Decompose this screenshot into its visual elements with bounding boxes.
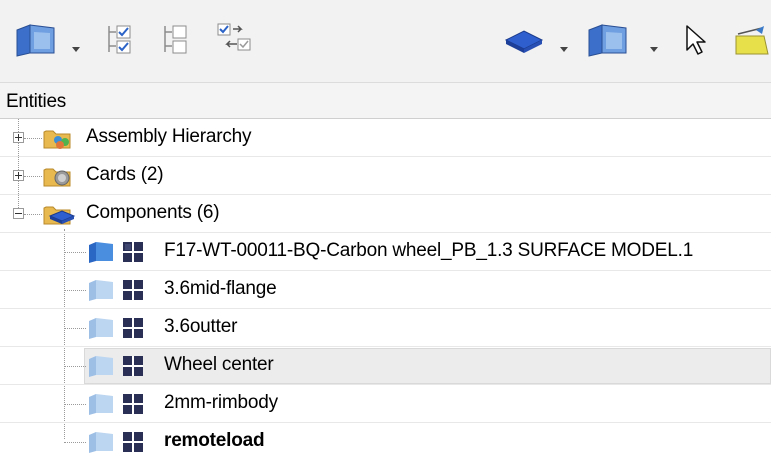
assembly-folder-icon [40,124,80,152]
cards-folder-icon [40,162,80,190]
tree-node-cards[interactable]: Cards (2) [0,157,771,195]
tree-node-components[interactable]: Components (6) [0,195,771,233]
tree-node-label: Cards (2) [86,164,164,185]
mesh-grid-icon [122,431,144,453]
component-item[interactable]: 2mm-rimbody [0,385,771,423]
expand-plus-icon[interactable] [13,132,24,143]
mesh-grid-icon [122,279,144,301]
checklist-empty-icon[interactable] [162,24,192,56]
entities-header: Entities [0,82,771,119]
mesh-grid-icon [122,393,144,415]
component-display-icon[interactable] [14,22,60,58]
component-label: remoteload [164,430,265,451]
component-label: F17-WT-00011-BQ-Carbon wheel_PB_1.3 SURF… [164,240,694,261]
chevron-down-icon[interactable] [72,39,80,57]
component-item[interactable]: F17-WT-00011-BQ-Carbon wheel_PB_1.3 SURF… [0,233,771,271]
checklist-icon[interactable] [106,24,136,56]
component-label: 3.6outter [164,316,238,337]
component-item-selected[interactable]: Wheel center [0,347,771,385]
tree-node-assembly-hierarchy[interactable]: Assembly Hierarchy [0,119,771,157]
chevron-down-icon[interactable] [560,39,568,57]
expand-plus-icon[interactable] [13,170,24,181]
component-label: Wheel center [164,354,274,375]
component-surface-icon [86,353,116,379]
component-label: 3.6mid-flange [164,278,277,299]
components-folder-icon [40,200,80,228]
component-surface-icon [86,239,116,265]
entity-tree: Assembly Hierarchy Cards (2) Components … [0,119,771,461]
mesh-grid-icon [122,355,144,377]
mesh-grid-icon [122,241,144,263]
collapse-minus-icon[interactable] [13,208,24,219]
chevron-down-icon[interactable] [650,39,658,57]
component-item[interactable]: 3.6outter [0,309,771,347]
cursor-arrow-icon[interactable] [684,24,708,56]
folder-arrow-icon[interactable] [734,24,771,58]
toolbar [0,0,771,82]
component-surface-icon [86,429,116,455]
swap-list-icon[interactable] [216,22,252,56]
mesh-grid-icon [122,317,144,339]
component-item[interactable]: 3.6mid-flange [0,271,771,309]
component-item[interactable]: remoteload [0,423,771,461]
tree-node-label: Assembly Hierarchy [86,126,252,147]
component-surface-icon [86,315,116,341]
blue-solid-icon[interactable] [504,28,544,54]
component-surface-icon [86,277,116,303]
entities-title: Entities [6,91,66,112]
component-label: 2mm-rimbody [164,392,278,413]
tree-node-label: Components (6) [86,202,220,223]
component-surface-icon [86,391,116,417]
component-display-icon[interactable] [586,22,632,58]
